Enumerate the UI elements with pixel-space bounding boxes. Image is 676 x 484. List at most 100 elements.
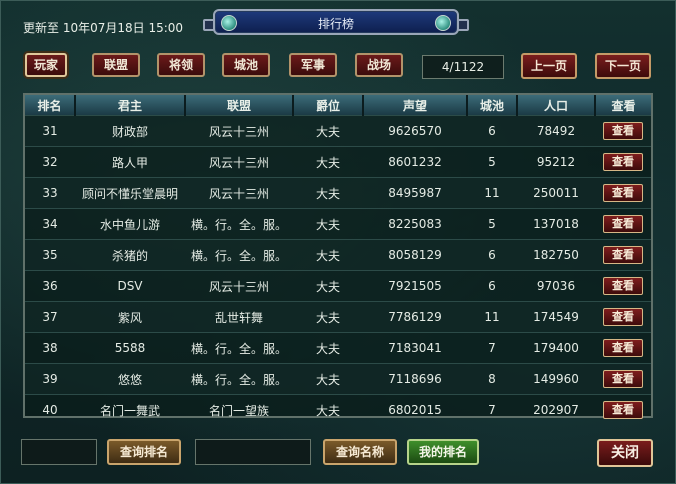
prev-page-button[interactable]: 上一页 <box>521 53 577 79</box>
view-button[interactable]: 查看 <box>603 339 643 357</box>
leaderboard-window: 更新至 10年07月18日 15:00 排行榜 玩家 联盟 将领 城池 军事 战… <box>0 0 676 484</box>
tab-general[interactable]: 将领 <box>157 53 205 77</box>
rank-cell: 34 <box>25 208 75 240</box>
next-page-button[interactable]: 下一页 <box>595 53 651 79</box>
title-bar: 排行榜 <box>203 9 469 35</box>
rank-cell: 31 <box>25 115 75 147</box>
rank-cell: 32 <box>25 146 75 178</box>
column-header-lord: 君主 <box>75 95 186 116</box>
tab-city[interactable]: 城池 <box>222 53 270 77</box>
window-title: 排行榜 <box>317 17 354 31</box>
view-button[interactable]: 查看 <box>603 215 643 233</box>
cities-cell: 7 <box>467 394 517 425</box>
view-button[interactable]: 查看 <box>603 153 643 171</box>
table-row: 32 路人甲 风云十三州 大夫 8601232 5 95212 查看 <box>25 146 651 178</box>
cities-cell: 5 <box>467 146 517 178</box>
lord-cell: DSV <box>75 270 185 302</box>
table-row: 39 悠悠 横。行。全。服。 大夫 7118696 8 149960 查看 <box>25 363 651 395</box>
table-row: 37 紫风 乱世轩舞 大夫 7786129 11 174549 查看 <box>25 301 651 333</box>
prestige-cell: 8058129 <box>363 239 467 271</box>
view-button[interactable]: 查看 <box>603 277 643 295</box>
table-row: 31 财政部 风云十三州 大夫 9626570 6 78492 查看 <box>25 115 651 147</box>
rank-cell: 37 <box>25 301 75 333</box>
table-row: 40 名门一舞武 名门一望族 大夫 6802015 7 202907 查看 <box>25 394 651 425</box>
alliance-cell: 横。行。全。服。 <box>185 363 293 395</box>
view-cell: 查看 <box>595 146 651 178</box>
view-cell: 查看 <box>595 208 651 240</box>
column-header-prestige: 声望 <box>363 95 468 116</box>
view-button[interactable]: 查看 <box>603 401 643 419</box>
cities-cell: 6 <box>467 239 517 271</box>
rank-cell: 38 <box>25 332 75 364</box>
tab-military[interactable]: 军事 <box>289 53 337 77</box>
view-button[interactable]: 查看 <box>603 122 643 140</box>
column-header-alliance: 联盟 <box>185 95 294 116</box>
view-button[interactable]: 查看 <box>603 184 643 202</box>
view-cell: 查看 <box>595 239 651 271</box>
column-header-rank: 排名 <box>25 95 76 116</box>
cities-cell: 8 <box>467 363 517 395</box>
table-header-row: 排名 君主 联盟 爵位 声望 城池 人口 查看 <box>25 95 651 116</box>
name-search-input[interactable] <box>195 439 311 465</box>
column-header-view: 查看 <box>595 95 651 116</box>
query-rank-button[interactable]: 查询排名 <box>107 439 181 465</box>
my-rank-button[interactable]: 我的排名 <box>407 439 479 465</box>
table-row: 36 DSV 风云十三州 大夫 7921505 6 97036 查看 <box>25 270 651 302</box>
title-cell: 大夫 <box>293 363 363 395</box>
title-cell: 大夫 <box>293 177 363 209</box>
lord-cell: 杀猪的 <box>75 239 185 271</box>
title-bar-right-cap <box>457 19 469 31</box>
view-button[interactable]: 查看 <box>603 308 643 326</box>
query-name-button[interactable]: 查询名称 <box>323 439 397 465</box>
alliance-cell: 名门一望族 <box>185 394 293 425</box>
rank-search-input[interactable] <box>21 439 97 465</box>
view-button[interactable]: 查看 <box>603 370 643 388</box>
title-bar-left-cap <box>203 19 215 31</box>
population-cell: 182750 <box>517 239 595 271</box>
prestige-cell: 8601232 <box>363 146 467 178</box>
view-cell: 查看 <box>595 115 651 147</box>
lord-cell: 顾问不懂乐堂晨明 <box>75 177 185 209</box>
cities-cell: 11 <box>467 177 517 209</box>
view-cell: 查看 <box>595 363 651 395</box>
update-time: 更新至 10年07月18日 15:00 <box>23 21 184 35</box>
rank-cell: 33 <box>25 177 75 209</box>
rank-cell: 36 <box>25 270 75 302</box>
jade-gem-icon <box>435 15 451 31</box>
prestige-cell: 6802015 <box>363 394 467 425</box>
alliance-cell: 横。行。全。服。 <box>185 208 293 240</box>
population-cell: 174549 <box>517 301 595 333</box>
table-row: 38 5588 横。行。全。服。 大夫 7183041 7 179400 查看 <box>25 332 651 364</box>
alliance-cell: 风云十三州 <box>185 146 293 178</box>
view-cell: 查看 <box>595 177 651 209</box>
lord-cell: 财政部 <box>75 115 185 147</box>
column-header-population: 人口 <box>517 95 596 116</box>
population-cell: 179400 <box>517 332 595 364</box>
ranking-table: 排名 君主 联盟 爵位 声望 城池 人口 查看 31 财政部 风云十三州 大夫 … <box>23 93 653 425</box>
alliance-cell: 风云十三州 <box>185 270 293 302</box>
tab-alliance[interactable]: 联盟 <box>92 53 140 77</box>
alliance-cell: 乱世轩舞 <box>185 301 293 333</box>
lord-cell: 5588 <box>75 332 185 364</box>
view-button[interactable]: 查看 <box>603 246 643 264</box>
view-cell: 查看 <box>595 394 651 425</box>
population-cell: 250011 <box>517 177 595 209</box>
lord-cell: 路人甲 <box>75 146 185 178</box>
prestige-cell: 7183041 <box>363 332 467 364</box>
tab-battlefield[interactable]: 战场 <box>355 53 403 77</box>
prestige-cell: 9626570 <box>363 115 467 147</box>
rank-cell: 39 <box>25 363 75 395</box>
population-cell: 149960 <box>517 363 595 395</box>
population-cell: 137018 <box>517 208 595 240</box>
prestige-cell: 7786129 <box>363 301 467 333</box>
rank-cell: 35 <box>25 239 75 271</box>
lord-cell: 名门一舞武 <box>75 394 185 425</box>
column-header-cities: 城池 <box>467 95 518 116</box>
title-cell: 大夫 <box>293 239 363 271</box>
alliance-cell: 横。行。全。服。 <box>185 239 293 271</box>
prestige-cell: 7118696 <box>363 363 467 395</box>
title-cell: 大夫 <box>293 146 363 178</box>
close-button[interactable]: 关闭 <box>597 439 653 467</box>
tab-player[interactable]: 玩家 <box>25 53 67 77</box>
column-header-title: 爵位 <box>293 95 364 116</box>
